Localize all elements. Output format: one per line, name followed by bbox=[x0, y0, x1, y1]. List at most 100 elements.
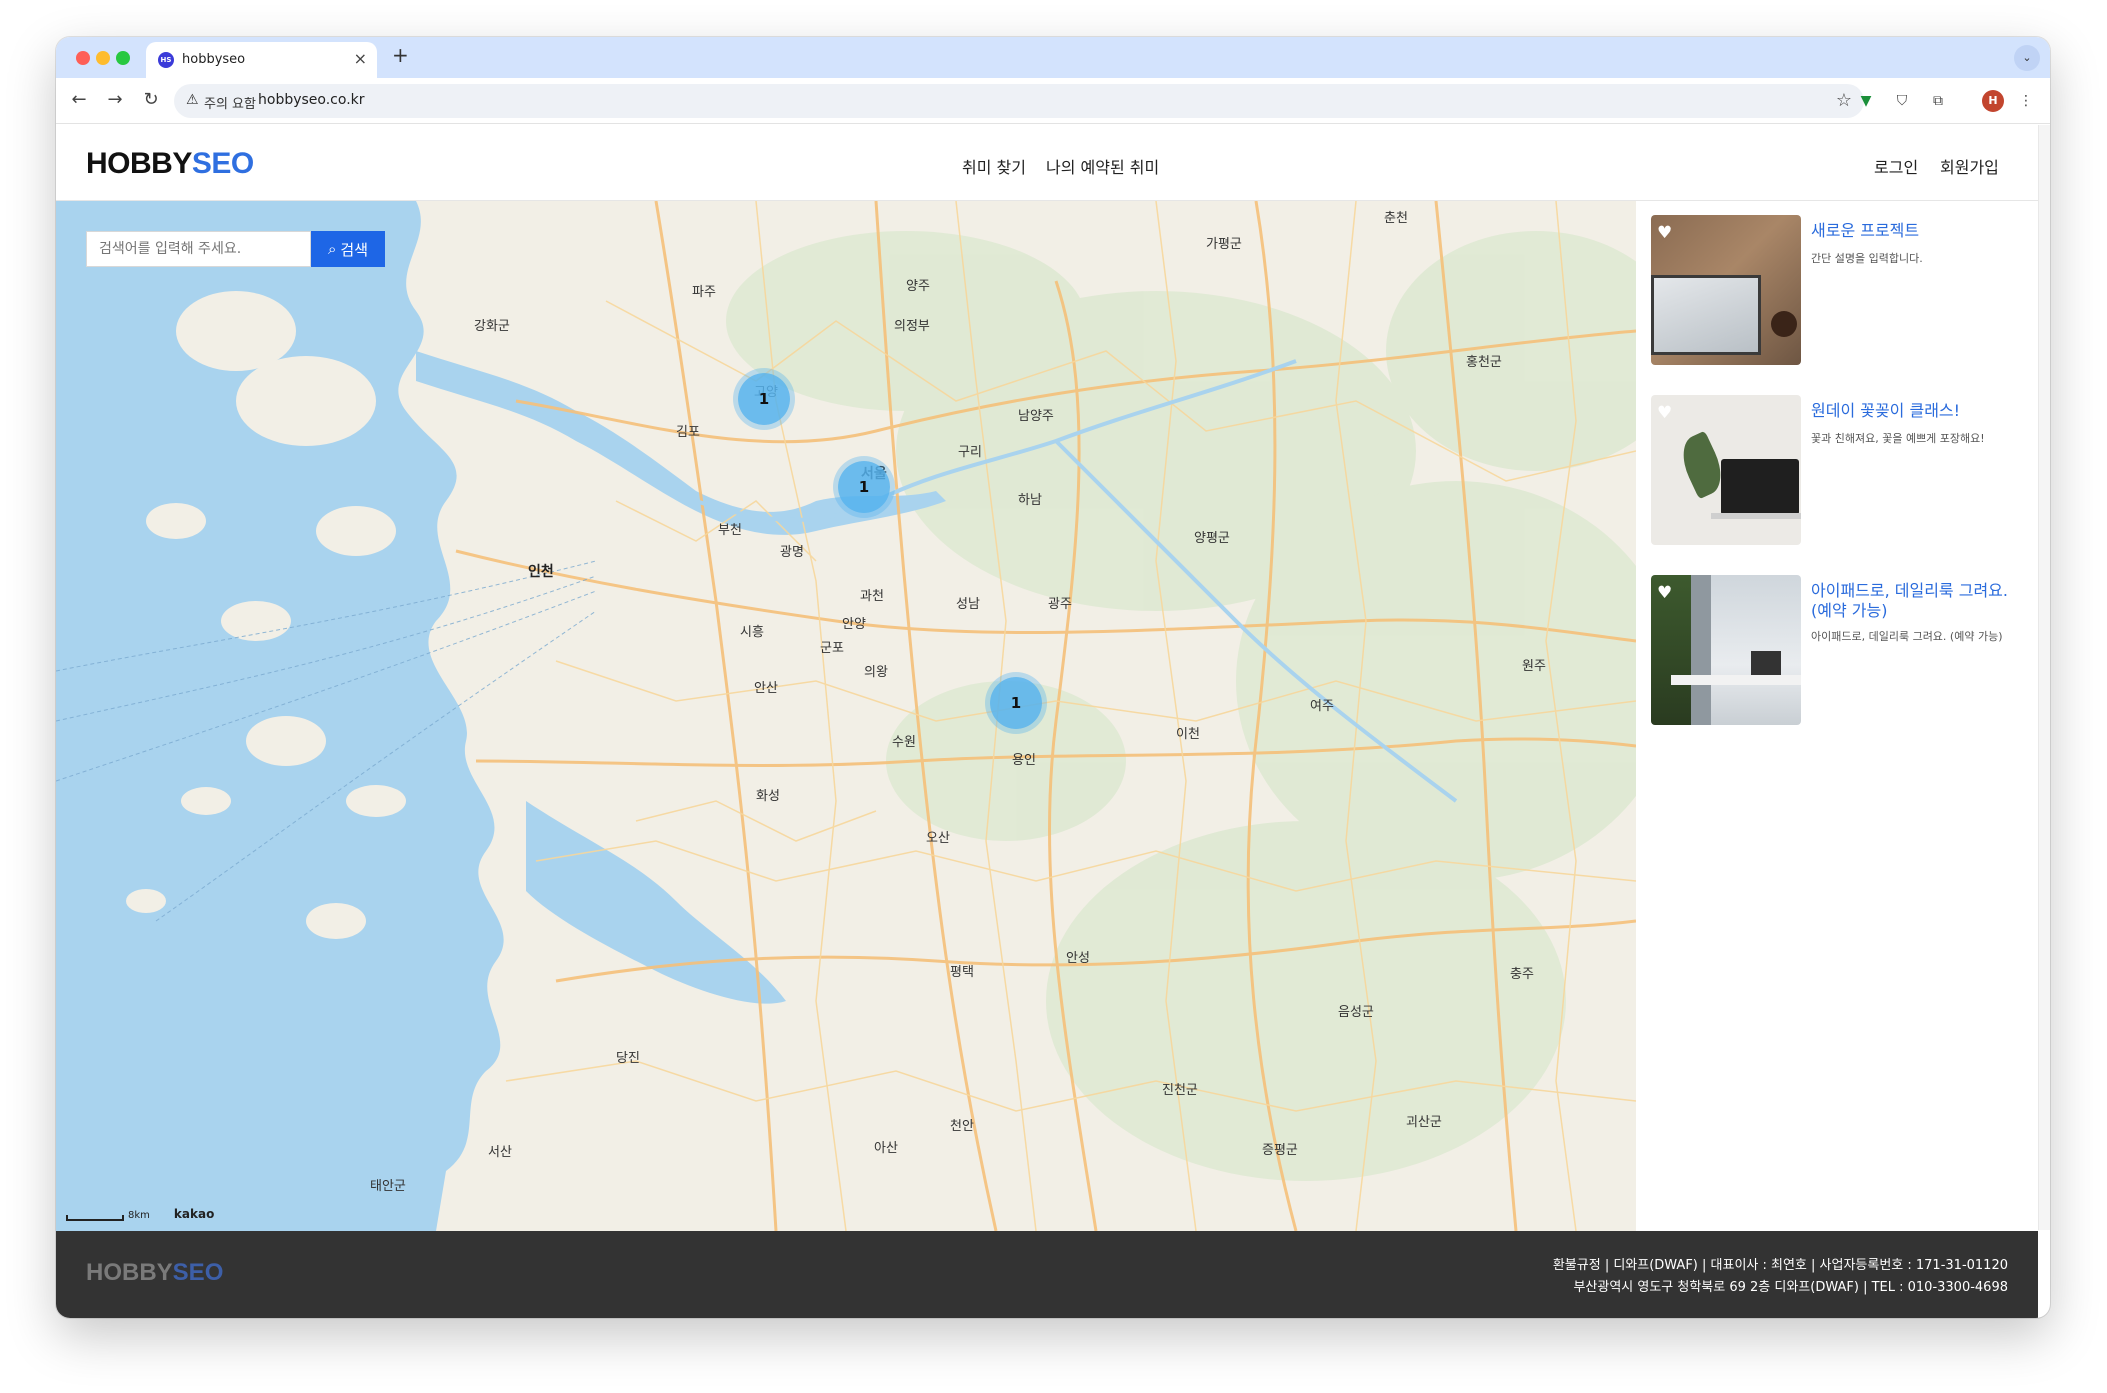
map-background bbox=[56, 201, 1636, 1231]
map-attribution[interactable]: kakao bbox=[174, 1207, 214, 1221]
map-label-goesan: 괴산군 bbox=[1406, 1115, 1442, 1130]
logo-part-seo: SEO bbox=[191, 147, 254, 180]
site-logo[interactable]: HOBBYSEO bbox=[86, 147, 254, 181]
browser-window: HS hobbyseo × + ⌄ ← → ↻ ⚠ 주의 요함 hobbyseo… bbox=[56, 37, 2050, 1318]
map-label-paju: 파주 bbox=[692, 285, 716, 300]
reload-icon[interactable]: ↻ bbox=[138, 87, 164, 113]
profile-avatar[interactable]: H bbox=[1982, 90, 2004, 112]
map-label-icheon: 이천 bbox=[1176, 727, 1200, 742]
map-label-gimpo: 김포 bbox=[676, 425, 700, 440]
map-label-yongin: 용인 bbox=[1012, 753, 1036, 768]
map-label-uiwang: 의왕 bbox=[864, 665, 888, 680]
map-label-hongcheon: 홍천군 bbox=[1466, 355, 1502, 370]
site-header: HOBBYSEO 취미 찾기 나의 예약된 취미 로그인 회원가입 bbox=[56, 125, 2038, 201]
map-label-anyang: 안양 bbox=[842, 617, 866, 632]
heart-icon[interactable]: ♥ bbox=[1657, 403, 1672, 423]
hobby-title[interactable]: 아이패드로, 데일리룩 그려요.(예약 가능) bbox=[1811, 581, 2021, 621]
hobby-thumbnail[interactable]: ♥ bbox=[1651, 215, 1801, 365]
map-label-chuncheon: 춘천 bbox=[1384, 211, 1408, 226]
search-button-label: 검색 bbox=[340, 240, 368, 259]
hobby-description: 꽃과 친해져요, 꽃을 예쁘게 포장해요! bbox=[1811, 432, 1985, 445]
search-icon: ⌕ bbox=[327, 240, 337, 258]
shield-extension-icon[interactable]: ⛉ bbox=[1892, 91, 1912, 111]
scale-bar bbox=[66, 1215, 124, 1221]
hobby-thumbnail[interactable]: ♥ bbox=[1651, 395, 1801, 545]
map-label-ganghwa: 강화군 bbox=[474, 319, 510, 334]
url-text[interactable]: hobbyseo.co.kr bbox=[258, 92, 365, 108]
map-label-gunpo: 군포 bbox=[820, 641, 844, 656]
footer-company-info: 환불규정 | 디와프(DWAF) | 대표이사 : 최연호 | 사업자등록번호 … bbox=[1552, 1258, 2008, 1273]
map-label-yeoju: 여주 bbox=[1310, 699, 1334, 714]
tab-search-icon[interactable]: ⌄ bbox=[2014, 45, 2040, 71]
hobby-card[interactable]: ♥ 원데이 꽃꽂이 클래스! 꽃과 친해져요, 꽃을 예쁘게 포장해요! bbox=[1651, 395, 2021, 545]
map-label-ansan: 안산 bbox=[754, 681, 778, 696]
back-icon[interactable]: ← bbox=[66, 87, 92, 113]
map-label-gwangmyeong: 광명 bbox=[780, 545, 804, 560]
map-label-anseong: 안성 bbox=[1066, 951, 1090, 966]
map-label-gwangju: 광주 bbox=[1048, 597, 1072, 612]
map-label-jeungpyeong: 증평군 bbox=[1262, 1143, 1298, 1158]
footer-logo[interactable]: HOBBYSEO bbox=[86, 1259, 223, 1287]
hobby-title[interactable]: 새로운 프로젝트 bbox=[1811, 221, 2021, 241]
map-label-cheonan: 천안 bbox=[950, 1119, 974, 1134]
favicon-icon: HS bbox=[158, 52, 174, 68]
address-bar[interactable]: ⚠ 주의 요함 hobbyseo.co.kr ☆ bbox=[174, 84, 1864, 118]
footer-logo-part-hobby: HOBBY bbox=[86, 1259, 173, 1286]
map-label-namyangju: 남양주 bbox=[1018, 409, 1054, 424]
search-input[interactable] bbox=[87, 232, 310, 266]
page-scrollbar[interactable] bbox=[2038, 125, 2050, 1230]
nav-my-reservations[interactable]: 나의 예약된 취미 bbox=[1046, 154, 1159, 178]
map-label-seosan: 서산 bbox=[488, 1145, 512, 1160]
close-tab-icon[interactable]: × bbox=[354, 49, 367, 68]
hobby-title[interactable]: 원데이 꽃꽂이 클래스! bbox=[1811, 401, 2021, 421]
map-label-yangju: 양주 bbox=[906, 279, 930, 294]
map-label-uijeongbu: 의정부 bbox=[894, 319, 930, 334]
map-label-taean: 태안군 bbox=[370, 1179, 406, 1194]
extension-v-icon[interactable]: ▼ bbox=[1856, 91, 1876, 111]
map-label-yangpyeong: 양평군 bbox=[1194, 531, 1230, 546]
hobby-card[interactable]: ♥ 새로운 프로젝트 간단 설명을 입력합니다. bbox=[1651, 215, 2021, 365]
signup-link[interactable]: 회원가입 bbox=[1940, 154, 1999, 178]
map-label-eumseong: 음성군 bbox=[1338, 1005, 1374, 1020]
puzzle-extensions-icon[interactable]: ⧉ bbox=[1928, 91, 1948, 111]
forward-icon[interactable]: → bbox=[102, 87, 128, 113]
map-cluster-marker[interactable]: 1 bbox=[838, 461, 890, 513]
close-window-button[interactable] bbox=[76, 51, 90, 65]
footer-logo-part-seo: SEO bbox=[172, 1259, 224, 1286]
warning-icon: ⚠ bbox=[186, 92, 199, 108]
map-label-hwaseong: 화성 bbox=[756, 789, 780, 804]
bookmark-star-icon[interactable]: ☆ bbox=[1836, 90, 1852, 111]
hobby-card[interactable]: ♥ 아이패드로, 데일리룩 그려요.(예약 가능) 아이패드로, 데일리룩 그려… bbox=[1651, 575, 2021, 725]
map-label-wonju: 원주 bbox=[1522, 659, 1546, 674]
map-label-gapyeong: 가평군 bbox=[1206, 237, 1242, 252]
map-cluster-marker[interactable]: 1 bbox=[990, 677, 1042, 729]
login-link[interactable]: 로그인 bbox=[1874, 154, 1918, 178]
map-label-seongnam: 성남 bbox=[956, 597, 980, 612]
map-label-pyeongtaek: 평택 bbox=[950, 965, 974, 980]
footer-address-info: 부산광역시 영도구 청학북로 69 2층 디와프(DWAF) | TEL : 0… bbox=[1573, 1280, 2008, 1295]
nav-find-hobby[interactable]: 취미 찾기 bbox=[962, 154, 1026, 178]
hobby-list: ♥ 새로운 프로젝트 간단 설명을 입력합니다. ♥ 원데이 꽃꽂이 클래스! … bbox=[1636, 201, 2026, 1231]
map-label-jincheon: 진천군 bbox=[1162, 1083, 1198, 1098]
map-cluster-marker[interactable]: 1 bbox=[738, 373, 790, 425]
search-button[interactable]: ⌕ 검색 bbox=[311, 231, 385, 267]
coffee-image bbox=[1771, 311, 1797, 337]
site-footer: HOBBYSEO 환불규정 | 디와프(DWAF) | 대표이사 : 최연호 |… bbox=[56, 1231, 2038, 1318]
map[interactable]: 인천 서울 파주 양주 의정부 김포 고양 남양주 구리 부천 광명 하남 과천… bbox=[56, 201, 1636, 1231]
hobby-description: 아이패드로, 데일리룩 그려요. (예약 가능) bbox=[1811, 630, 2003, 643]
hobby-thumbnail[interactable]: ♥ bbox=[1651, 575, 1801, 725]
menu-kebab-icon[interactable]: ⋮ bbox=[2016, 91, 2036, 111]
tab-title: hobbyseo bbox=[182, 52, 246, 67]
heart-icon[interactable]: ♥ bbox=[1657, 583, 1672, 603]
map-label-incheon: 인천 bbox=[528, 564, 554, 580]
laptop-image bbox=[1721, 459, 1799, 515]
heart-icon[interactable]: ♥ bbox=[1657, 223, 1672, 243]
laptop-image bbox=[1651, 275, 1761, 355]
monitor-image bbox=[1751, 651, 1781, 675]
maximize-window-button[interactable] bbox=[116, 51, 130, 65]
security-label[interactable]: 주의 요함 bbox=[204, 93, 256, 112]
minimize-window-button[interactable] bbox=[96, 51, 110, 65]
map-label-osan: 오산 bbox=[926, 831, 950, 846]
browser-tab[interactable]: HS hobbyseo × bbox=[146, 42, 377, 78]
new-tab-icon[interactable]: + bbox=[392, 43, 409, 67]
